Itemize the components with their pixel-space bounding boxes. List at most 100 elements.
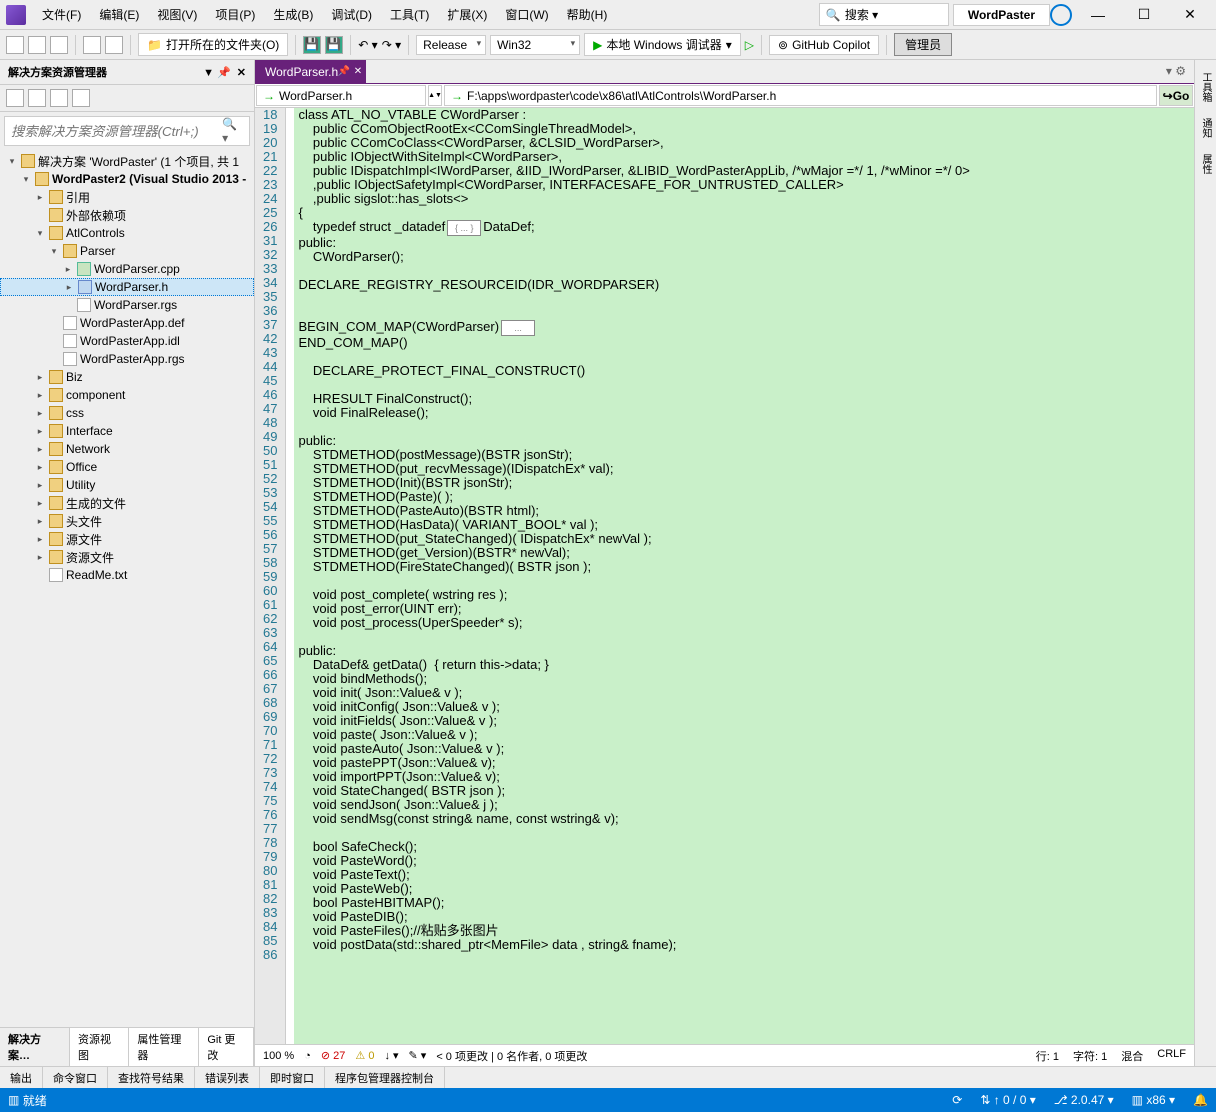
menu-item[interactable]: 调试(D) bbox=[323, 2, 380, 27]
panel-tab[interactable]: Git 更改 bbox=[199, 1028, 254, 1066]
config-select[interactable]: Release bbox=[416, 35, 486, 55]
nav-arrows[interactable]: ▲▼ bbox=[428, 85, 442, 106]
menu-item[interactable]: 视图(V) bbox=[149, 2, 205, 27]
tab-close-icon[interactable]: ✕ bbox=[354, 66, 362, 77]
solution-tree[interactable]: ▾解决方案 'WordPaster' (1 个项目, 共 1▾WordPaste… bbox=[0, 150, 254, 1027]
redo-icon[interactable]: ↷ ▾ bbox=[382, 38, 401, 52]
bottom-tab[interactable]: 错误列表 bbox=[195, 1067, 260, 1088]
pin-icon[interactable]: ▼ 📌 bbox=[203, 66, 231, 79]
tree-item[interactable]: WordPasterApp.idl bbox=[0, 332, 254, 350]
menu-item[interactable]: 扩展(X) bbox=[439, 2, 495, 27]
menu-item[interactable]: 帮助(H) bbox=[559, 2, 616, 27]
showall-icon[interactable] bbox=[50, 89, 68, 107]
sync-icon[interactable]: ⟳ bbox=[952, 1093, 962, 1107]
save2-icon[interactable]: 💾 bbox=[325, 36, 343, 54]
info-icon[interactable]: ◔ bbox=[304, 1050, 311, 1062]
tree-item[interactable]: WordParser.rgs bbox=[0, 296, 254, 314]
tree-item[interactable]: ▸Interface bbox=[0, 422, 254, 440]
doc-tab[interactable]: WordParser.h📌✕ bbox=[255, 60, 366, 83]
tree-item[interactable]: ▸Biz bbox=[0, 368, 254, 386]
undo-icon[interactable]: ↶ ▾ bbox=[358, 38, 377, 52]
tree-item[interactable]: ▾WordPaster2 (Visual Studio 2013 - bbox=[0, 170, 254, 188]
menu-item[interactable]: 生成(B) bbox=[265, 2, 321, 27]
menu-item[interactable]: 项目(P) bbox=[207, 2, 263, 27]
tree-item[interactable]: ▸WordParser.h bbox=[0, 278, 254, 296]
bottom-tab[interactable]: 程序包管理器控制台 bbox=[325, 1067, 445, 1088]
props-icon[interactable] bbox=[72, 89, 90, 107]
panel-close-icon[interactable]: ✕ bbox=[237, 66, 246, 79]
project-title-tab[interactable]: WordPaster bbox=[953, 4, 1050, 26]
panel-tab[interactable]: 属性管理器 bbox=[129, 1028, 199, 1066]
panel-search-input[interactable] bbox=[5, 121, 216, 142]
version[interactable]: ⎇ 2.0.47 ▾ bbox=[1054, 1093, 1114, 1107]
tree-item[interactable]: ▸Network bbox=[0, 440, 254, 458]
tree-item[interactable]: ▸源文件 bbox=[0, 530, 254, 548]
save-all-icon[interactable]: 💾 bbox=[303, 36, 321, 54]
tree-item[interactable]: ▾AtlControls bbox=[0, 224, 254, 242]
code-lines[interactable]: class ATL_NO_VTABLE CWordParser : public… bbox=[286, 108, 1194, 1044]
open-icon[interactable] bbox=[28, 36, 46, 54]
warn-count[interactable]: ⚠ 0 bbox=[355, 1049, 374, 1062]
maximize-button[interactable]: ☐ bbox=[1124, 3, 1164, 27]
tree-item[interactable]: ▸Utility bbox=[0, 476, 254, 494]
refresh-icon[interactable] bbox=[28, 89, 46, 107]
start-debug-button[interactable]: ▶ 本地 Windows 调试器 ▾ bbox=[584, 33, 741, 56]
crlf[interactable]: CRLF bbox=[1157, 1048, 1186, 1064]
nav-fwd-icon[interactable] bbox=[105, 36, 123, 54]
tree-item[interactable]: ▸生成的文件 bbox=[0, 494, 254, 512]
start-no-debug-icon[interactable]: ▷ bbox=[745, 38, 754, 52]
tree-item[interactable]: ▸资源文件 bbox=[0, 548, 254, 566]
menu-item[interactable]: 编辑(E) bbox=[91, 2, 147, 27]
bottom-tab[interactable]: 查找符号结果 bbox=[108, 1067, 195, 1088]
vertical-tab[interactable]: 属性 bbox=[1196, 148, 1215, 180]
panel-tab[interactable]: 解决方案… bbox=[0, 1028, 70, 1066]
copilot-button[interactable]: ⊚ GitHub Copilot bbox=[769, 35, 879, 55]
vertical-tab[interactable]: 通知 bbox=[1196, 112, 1215, 144]
bottom-tab[interactable]: 即时窗口 bbox=[260, 1067, 325, 1088]
git-branch[interactable]: ⇅ ↑ 0 / 0 ▾ bbox=[980, 1093, 1035, 1107]
bottom-tab[interactable]: 输出 bbox=[0, 1067, 43, 1088]
close-button[interactable]: ✕ bbox=[1170, 3, 1210, 27]
brush-icon[interactable]: ✎ ▾ bbox=[409, 1049, 427, 1062]
open-folder-button[interactable]: 📁 打开所在的文件夹(O) bbox=[138, 33, 288, 56]
vertical-tab[interactable]: 工具箱 bbox=[1196, 66, 1215, 108]
code-editor[interactable]: 1819202122232425263132333435363742434445… bbox=[255, 108, 1194, 1044]
nav-path[interactable]: →F:\apps\wordpaster\code\x86\atl\AtlCont… bbox=[444, 85, 1157, 106]
nav-back-icon[interactable] bbox=[83, 36, 101, 54]
save-icon[interactable] bbox=[50, 36, 68, 54]
tree-item[interactable]: ▸WordParser.cpp bbox=[0, 260, 254, 278]
tree-item[interactable]: ▾Parser bbox=[0, 242, 254, 260]
tree-item[interactable]: ▾解决方案 'WordPaster' (1 个项目, 共 1 bbox=[0, 152, 254, 170]
flag-icon[interactable]: ↓ ▾ bbox=[384, 1049, 398, 1062]
arch[interactable]: ▥ x86 ▾ bbox=[1132, 1093, 1175, 1107]
tree-item[interactable]: ▸引用 bbox=[0, 188, 254, 206]
tree-item[interactable]: 外部依赖项 bbox=[0, 206, 254, 224]
tree-item[interactable]: WordPasterApp.rgs bbox=[0, 350, 254, 368]
tree-item[interactable]: ▸头文件 bbox=[0, 512, 254, 530]
bottom-tab[interactable]: 命令窗口 bbox=[43, 1067, 108, 1088]
search-dropdown-icon[interactable]: 🔍 ▾ bbox=[216, 117, 249, 145]
zoom[interactable]: 100 % bbox=[263, 1050, 294, 1062]
home-icon[interactable] bbox=[6, 89, 24, 107]
tree-item[interactable]: ▸component bbox=[0, 386, 254, 404]
minimize-button[interactable]: — bbox=[1078, 3, 1118, 27]
panel-tab[interactable]: 资源视图 bbox=[70, 1028, 129, 1066]
menu-item[interactable]: 窗口(W) bbox=[497, 2, 556, 27]
search-box[interactable]: 🔍 搜索 ▾ bbox=[819, 3, 949, 26]
new-icon[interactable] bbox=[6, 36, 24, 54]
go-button[interactable]: ↪Go bbox=[1159, 85, 1193, 106]
live-share-icon[interactable] bbox=[1050, 4, 1072, 26]
menu-item[interactable]: 工具(T) bbox=[382, 2, 437, 27]
tree-item[interactable]: ▸css bbox=[0, 404, 254, 422]
error-count[interactable]: ⊘ 27 bbox=[321, 1049, 346, 1062]
pin-tab-icon[interactable]: 📌 bbox=[338, 66, 350, 77]
nav-scope[interactable]: →WordParser.h bbox=[256, 85, 426, 106]
tree-item[interactable]: ▸Office bbox=[0, 458, 254, 476]
bell-icon[interactable]: 🔔 bbox=[1193, 1093, 1208, 1107]
platform-select[interactable]: Win32 bbox=[490, 35, 580, 55]
panel-search[interactable]: 🔍 ▾ bbox=[4, 116, 250, 146]
tree-item[interactable]: WordPasterApp.def bbox=[0, 314, 254, 332]
indent-mode[interactable]: 混合 bbox=[1121, 1048, 1143, 1064]
tab-menu-icon[interactable]: ▾ ⚙ bbox=[1158, 60, 1194, 83]
menu-item[interactable]: 文件(F) bbox=[34, 2, 89, 27]
